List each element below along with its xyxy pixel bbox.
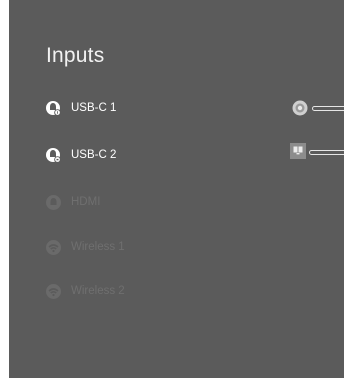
input-item-usb-c-1[interactable]: USB-C 1 xyxy=(45,96,265,120)
input-item-wireless-1[interactable]: Wireless 1 xyxy=(45,235,265,259)
laptop-device-icon[interactable] xyxy=(290,143,306,159)
wireless-icon xyxy=(46,283,61,299)
cable-connector xyxy=(309,150,344,155)
wireless-icon xyxy=(46,239,61,255)
input-label: Wireless 2 xyxy=(71,285,125,297)
usb-c-device-icon xyxy=(46,147,61,163)
input-item-usb-c-2[interactable]: USB-C 2 xyxy=(45,143,265,167)
inputs-panel: Inputs USB-C 1 USB-C 2 HDMI Wireless 1 W… xyxy=(9,0,344,378)
input-label: USB-C 2 xyxy=(71,149,117,161)
input-item-hdmi[interactable]: HDMI xyxy=(45,190,265,214)
hdmi-icon xyxy=(46,194,61,210)
cable-connector xyxy=(312,106,344,111)
input-label: USB-C 1 xyxy=(71,102,117,114)
panel-title: Inputs xyxy=(46,44,105,67)
input-item-wireless-2[interactable]: Wireless 2 xyxy=(45,279,265,303)
usb-c-device-icon xyxy=(46,100,61,116)
input-label: Wireless 1 xyxy=(71,241,125,253)
camera-device-icon[interactable] xyxy=(292,100,308,116)
input-label: HDMI xyxy=(71,196,101,208)
